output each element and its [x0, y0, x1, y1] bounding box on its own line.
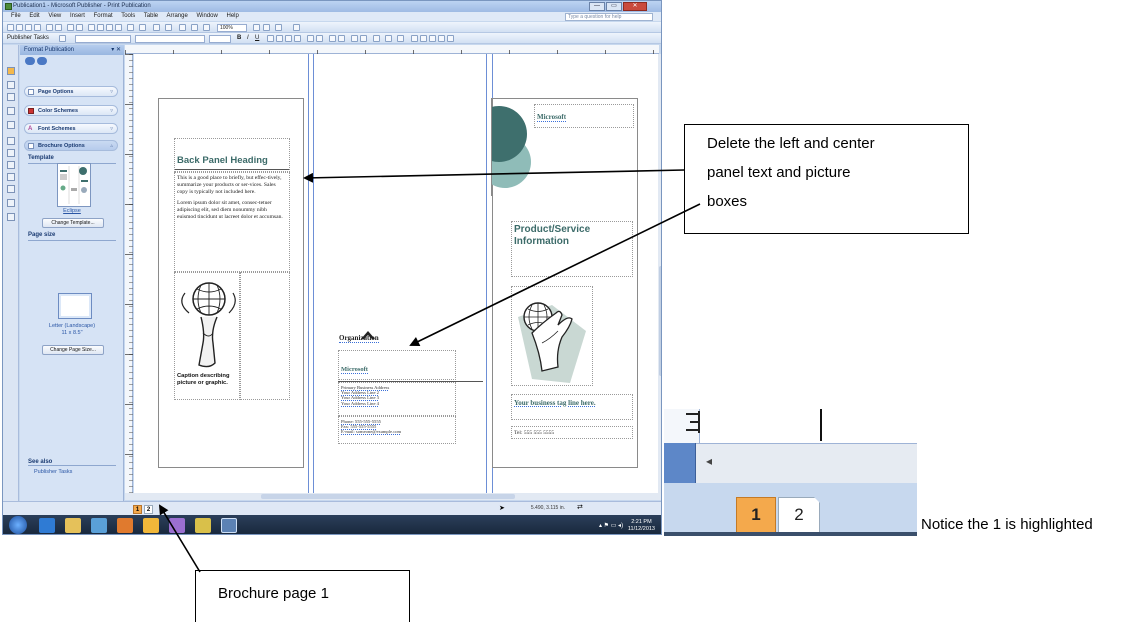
arrow-to-center-panel [409, 203, 701, 346]
notice-highlighted-label: Notice the 1 is highlighted [921, 516, 1093, 533]
zoom-taskbar-edge [664, 532, 917, 536]
page-fold-icon [814, 497, 822, 505]
zoomed-page-tabs-inset: ◂ 1 2 [664, 409, 917, 536]
zoom-workspace [664, 409, 917, 443]
zoom-pane-edge [664, 443, 696, 483]
zoom-ruler [664, 409, 700, 443]
arrow-to-left-panel [303, 169, 685, 183]
zoom-panel-edge [820, 409, 822, 441]
scroll-left-icon[interactable]: ◂ [706, 454, 712, 468]
zoom-scrollbar[interactable]: ◂ [696, 443, 917, 483]
zoom-page-1-tab[interactable]: 1 [736, 497, 776, 533]
arrow-to-page-tab [158, 504, 201, 573]
